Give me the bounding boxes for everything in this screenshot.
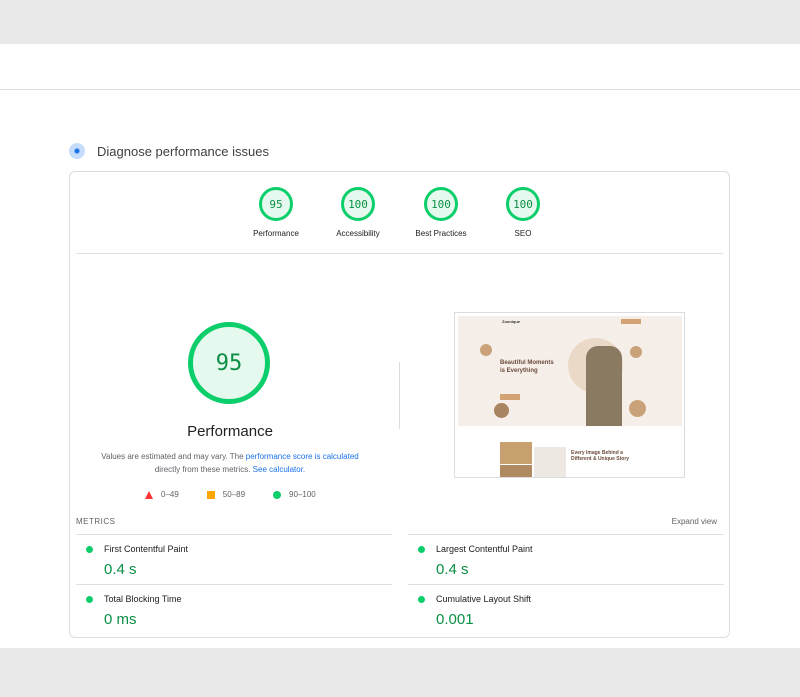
metric-value: 0 ms [104,611,137,628]
gauge-seo[interactable]: 100 SEO [483,187,563,238]
score-legend: 0–49 50–89 90–100 [145,490,316,499]
legend-fail: 0–49 [161,490,179,499]
legend-pass: 90–100 [289,490,316,499]
note-text: directly from these metrics. [154,465,253,474]
note-text: Values are estimated and may vary. The [101,452,246,461]
screenshot-image [534,447,566,477]
fail-triangle-icon [145,490,153,499]
gauge-label: SEO [514,229,532,238]
screenshot-image [500,465,532,477]
gauge-label: Performance [253,229,299,238]
pass-circle-icon [418,596,425,603]
performance-title: Performance [187,423,273,440]
gauge-score: 95 [259,187,293,221]
screenshot-person [586,346,622,426]
report-card: 95 Performance 100 Accessibility 100 Best P… [69,171,730,638]
screenshot-section-title: Every Image Behind a Different & Unique … [571,450,630,462]
metrics-heading: METRICS [76,517,116,526]
screenshot-headline: Beautiful Moments is Everything [500,360,554,374]
pass-circle-icon [418,546,425,553]
metric-lcp: Largest Contentful Paint 0.4 s [408,534,724,584]
metric-value: 0.4 s [104,561,137,578]
screenshot-bubble [494,403,509,418]
screenshot-nav-button [621,319,641,324]
score-note: Values are estimated and may vary. The p… [90,450,370,476]
screenshot-bubble [480,344,492,356]
legend-average: 50–89 [222,490,246,499]
performance-icon [69,143,85,159]
bottom-bar [0,648,800,697]
browser-top-bar [0,0,800,44]
gauge-accessibility[interactable]: 100 Accessibility [318,187,398,238]
gauge-best-practices[interactable]: 100 Best Practices [401,187,481,238]
category-gauges: 95 Performance 100 Accessibility 100 Best P… [76,172,723,254]
gauge-label: Accessibility [336,229,380,238]
section-title: Diagnose performance issues [97,143,269,159]
metric-fcp: First Contentful Paint 0.4 s [76,534,392,584]
pass-circle-icon [273,490,282,499]
metric-tbt: Total Blocking Time 0 ms [76,584,392,634]
metric-name: Largest Contentful Paint [436,544,533,554]
pass-circle-icon [86,596,93,603]
metric-value: 0.4 s [436,561,469,578]
metric-name: First Contentful Paint [104,544,189,554]
score-calculated-link[interactable]: performance score is calculated [246,452,359,461]
gauge-performance[interactable]: 95 Performance [236,187,316,238]
screenshot-bubble [629,400,646,417]
screenshot-hero: Zoonique Beautiful Moments is Everything [458,316,682,426]
gauge-score: 100 [424,187,458,221]
screenshot-cta [500,394,520,400]
gauge-label: Best Practices [415,229,467,238]
gauge-score: 100 [506,187,540,221]
see-calculator-link[interactable]: See calculator. [253,465,305,474]
metric-name: Total Blocking Time [104,594,182,604]
metric-name: Cumulative Layout Shift [436,594,532,604]
header-bar [0,44,800,90]
divider [399,362,400,429]
section-header: Diagnose performance issues [69,143,269,159]
gauge-score: 100 [341,187,375,221]
screenshot-image [500,442,532,464]
screenshot-brand: Zoonique [502,319,520,324]
average-square-icon [206,490,215,499]
pass-circle-icon [86,546,93,553]
final-screenshot: Zoonique Beautiful Moments is Everything… [454,312,685,478]
expand-view-button[interactable]: Expand view [672,517,717,526]
performance-score-gauge: 95 [188,322,270,404]
screenshot-bubble [630,346,642,358]
metric-cls: Cumulative Layout Shift 0.001 [408,584,724,634]
metric-value: 0.001 [436,611,474,628]
